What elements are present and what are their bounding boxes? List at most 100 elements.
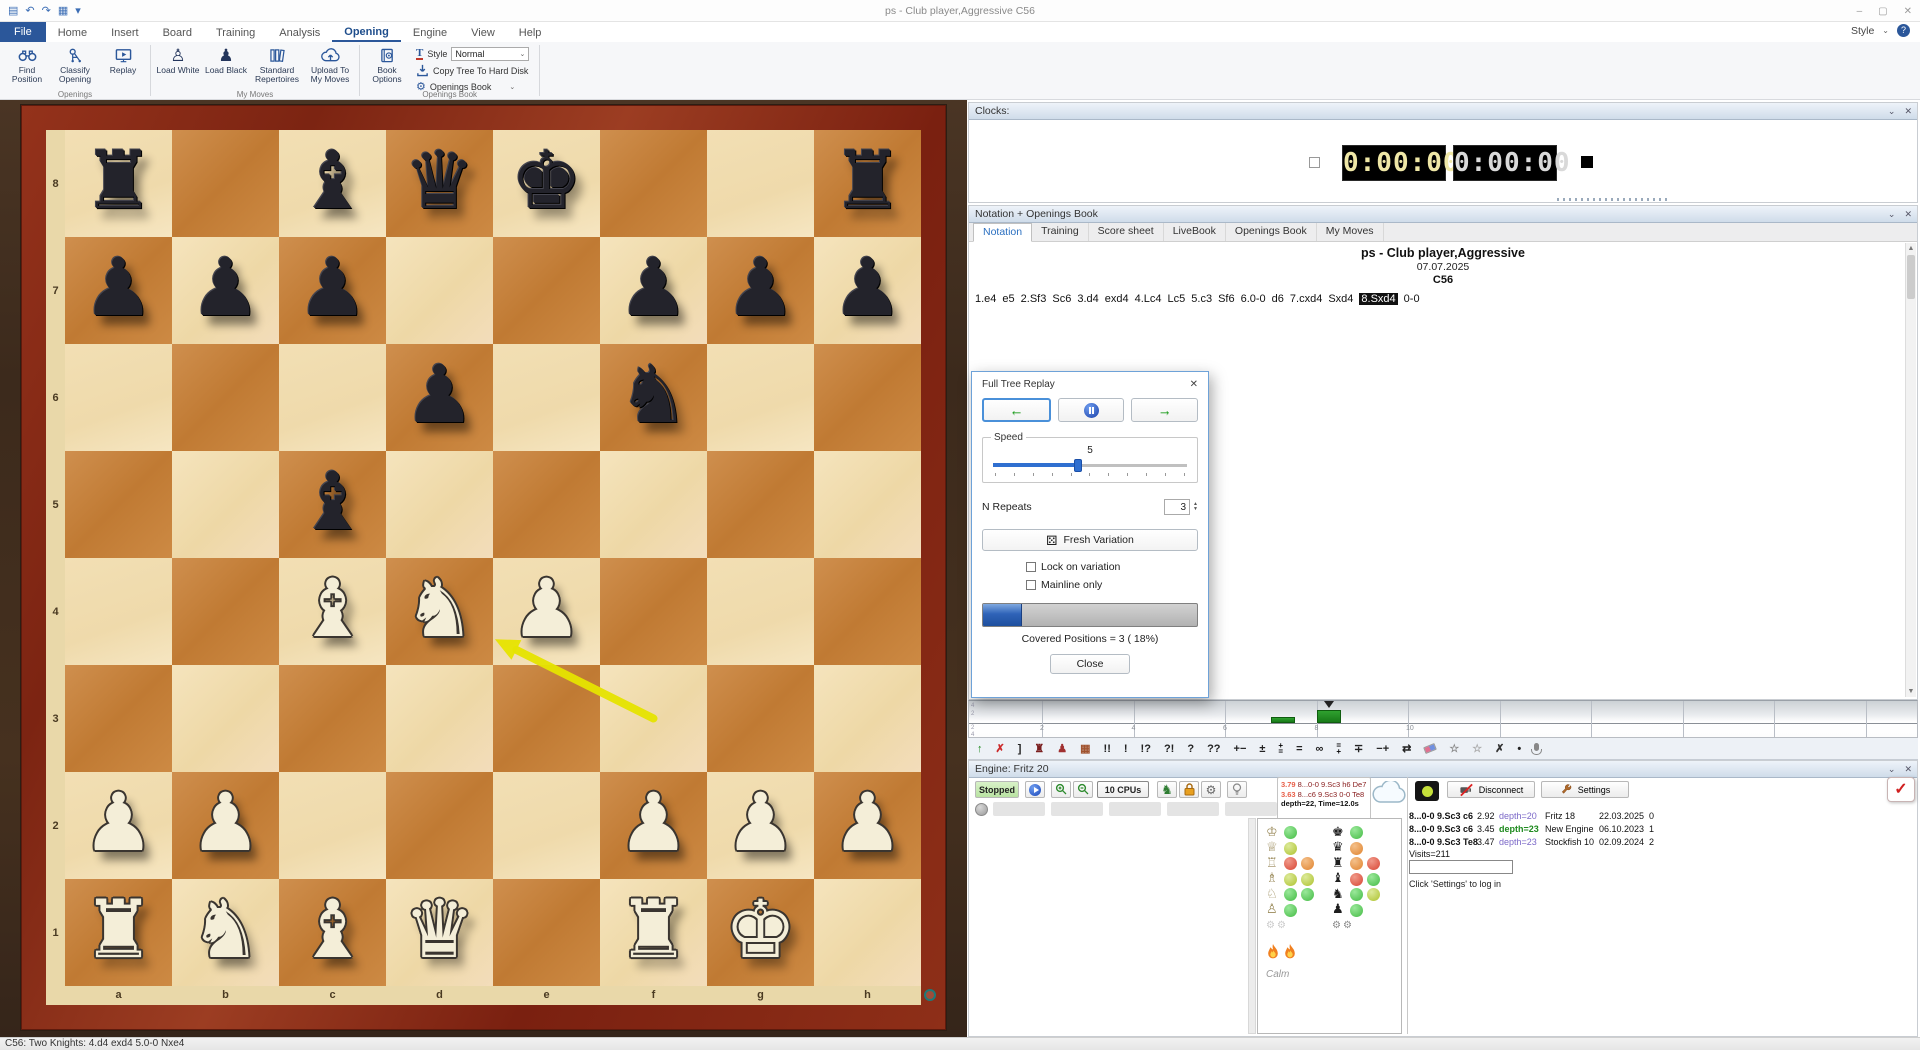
tab-help[interactable]: Help bbox=[507, 22, 554, 42]
engine-status-button[interactable]: Stopped bbox=[975, 781, 1019, 798]
square-e3[interactable] bbox=[493, 665, 600, 772]
interesting-move-icon[interactable]: !? bbox=[1141, 739, 1151, 759]
speed-slider[interactable] bbox=[991, 458, 1189, 472]
square-c7[interactable]: ♟ bbox=[279, 237, 386, 344]
black-pawn-f7[interactable]: ♟ bbox=[600, 237, 707, 344]
lets-check-row-1[interactable]: 8...0-0 9.Sc3 c63.45depth=23New Engine06… bbox=[1409, 824, 1654, 834]
black-pawn-h7[interactable]: ♟ bbox=[814, 237, 921, 344]
notation-tab-openings-book[interactable]: Openings Book bbox=[1226, 223, 1317, 241]
minimize-button[interactable]: – bbox=[1857, 6, 1863, 17]
dot-icon[interactable]: • bbox=[1517, 739, 1521, 759]
splitter-handle[interactable] bbox=[1557, 198, 1667, 201]
tab-insert[interactable]: Insert bbox=[99, 22, 151, 42]
tab-file[interactable]: File bbox=[0, 22, 46, 42]
move-1.e4[interactable]: 1.e4 bbox=[975, 293, 996, 305]
square-d5[interactable] bbox=[386, 451, 493, 558]
eraser-icon[interactable] bbox=[1423, 743, 1437, 754]
cloud-engine-icon[interactable] bbox=[1371, 781, 1407, 810]
close-button[interactable]: ✕ bbox=[1904, 6, 1912, 17]
engine-knight-button[interactable]: ♞ bbox=[1157, 781, 1177, 798]
square-e8[interactable]: ♚ bbox=[493, 130, 600, 237]
white-rook-a1[interactable]: ♜ bbox=[65, 879, 172, 986]
square-f1[interactable]: ♜ bbox=[600, 879, 707, 986]
engine-parameters-button[interactable]: ⚙ bbox=[1201, 781, 1221, 798]
square-h7[interactable]: ♟ bbox=[814, 237, 921, 344]
white-pawn-a2[interactable]: ♟ bbox=[65, 772, 172, 879]
square-e5[interactable] bbox=[493, 451, 600, 558]
board-settings-button[interactable] bbox=[924, 989, 936, 1001]
black-slightly-better-icon[interactable]: =+ bbox=[1336, 743, 1341, 755]
move-up-icon[interactable]: ↑ bbox=[977, 739, 983, 759]
square-h3[interactable] bbox=[814, 665, 921, 772]
notation-tab-score-sheet[interactable]: Score sheet bbox=[1089, 223, 1164, 241]
move-2.Sf3[interactable]: 2.Sf3 bbox=[1021, 293, 1047, 305]
white-knight-b1[interactable]: ♞ bbox=[172, 879, 279, 986]
white-pawn-e4[interactable]: ♟ bbox=[493, 558, 600, 665]
square-b3[interactable] bbox=[172, 665, 279, 772]
square-c8[interactable]: ♝ bbox=[279, 130, 386, 237]
tab-analysis[interactable]: Analysis bbox=[267, 22, 332, 42]
move-6.0-0[interactable]: 6.0-0 bbox=[1241, 293, 1266, 305]
square-c2[interactable] bbox=[279, 772, 386, 879]
square-a1[interactable]: ♜ bbox=[65, 879, 172, 986]
square-c6[interactable] bbox=[279, 344, 386, 451]
eval-bar-move-7[interactable] bbox=[1271, 717, 1295, 723]
white-bishop-c4[interactable]: ♝ bbox=[279, 558, 386, 665]
lock-engine-button[interactable] bbox=[1179, 781, 1199, 798]
bracket-icon[interactable]: ] bbox=[1018, 739, 1022, 759]
square-g3[interactable] bbox=[707, 665, 814, 772]
square-f2[interactable]: ♟ bbox=[600, 772, 707, 879]
square-h4[interactable] bbox=[814, 558, 921, 665]
square-a3[interactable] bbox=[65, 665, 172, 772]
white-slightly-better-icon[interactable]: += bbox=[1278, 743, 1283, 755]
square-a8[interactable]: ♜ bbox=[65, 130, 172, 237]
equal-icon[interactable]: = bbox=[1296, 739, 1302, 759]
white-king-g1[interactable]: ♚ bbox=[707, 879, 814, 986]
move-exd4[interactable]: exd4 bbox=[1105, 293, 1129, 305]
white-rook-f1[interactable]: ♜ bbox=[600, 879, 707, 986]
engine-start-button[interactable] bbox=[1025, 781, 1045, 798]
settings-button[interactable]: Settings bbox=[1541, 781, 1629, 798]
tab-opening[interactable]: Opening bbox=[332, 22, 401, 42]
n-repeats-field[interactable]: 3 bbox=[1164, 499, 1190, 515]
tab-view[interactable]: View bbox=[459, 22, 507, 42]
delete-move-icon[interactable]: ✗ bbox=[996, 739, 1005, 759]
panel-close-icon[interactable]: ✕ bbox=[1904, 764, 1912, 775]
square-f5[interactable] bbox=[600, 451, 707, 558]
fresh-variation-button[interactable]: ⚄ Fresh Variation bbox=[982, 529, 1198, 551]
hint-button[interactable] bbox=[1227, 781, 1247, 798]
panel-menu-icon[interactable]: ⌄ bbox=[1888, 106, 1896, 117]
move-4.Lc4[interactable]: 4.Lc4 bbox=[1135, 293, 1162, 305]
clock-checkbox[interactable] bbox=[1309, 157, 1320, 168]
star-icon[interactable]: ☆ bbox=[1449, 739, 1459, 759]
evaluation-profile[interactable]: 2468104224 bbox=[968, 700, 1918, 738]
upload-to-my-moves-button[interactable]: Upload To My Moves bbox=[305, 44, 355, 89]
login-input[interactable] bbox=[1409, 860, 1513, 874]
square-a2[interactable]: ♟ bbox=[65, 772, 172, 879]
black-bishop-c5[interactable]: ♝ bbox=[279, 451, 386, 558]
lets-check-row-0[interactable]: 8...0-0 9.Sc3 c62.92depth=20Fritz 1822.0… bbox=[1409, 811, 1654, 821]
counterplay-icon[interactable]: ⇄ bbox=[1402, 739, 1411, 759]
save-icon[interactable]: ▤ bbox=[8, 4, 18, 17]
white-pawn-h2[interactable]: ♟ bbox=[814, 772, 921, 879]
black-pawn-d6[interactable]: ♟ bbox=[386, 344, 493, 451]
square-e7[interactable] bbox=[493, 237, 600, 344]
square-d3[interactable] bbox=[386, 665, 493, 772]
square-d2[interactable] bbox=[386, 772, 493, 879]
load-black-button[interactable]: ♟ Load Black bbox=[203, 44, 249, 89]
square-e6[interactable] bbox=[493, 344, 600, 451]
pawn-annotation-icon[interactable]: ♟ bbox=[1057, 739, 1067, 759]
square-b4[interactable] bbox=[172, 558, 279, 665]
square-a6[interactable] bbox=[65, 344, 172, 451]
help-icon[interactable]: ? bbox=[1897, 24, 1910, 37]
white-better-icon[interactable]: ± bbox=[1259, 739, 1265, 759]
move-5.c3[interactable]: 5.c3 bbox=[1191, 293, 1212, 305]
square-a5[interactable] bbox=[65, 451, 172, 558]
black-pawn-c7[interactable]: ♟ bbox=[279, 237, 386, 344]
white-pawn-f2[interactable]: ♟ bbox=[600, 772, 707, 879]
square-h8[interactable]: ♜ bbox=[814, 130, 921, 237]
white-pawn-g2[interactable]: ♟ bbox=[707, 772, 814, 879]
mainline-only-checkbox[interactable]: Mainline only bbox=[1026, 579, 1102, 591]
square-b1[interactable]: ♞ bbox=[172, 879, 279, 986]
black-rook-a8[interactable]: ♜ bbox=[65, 130, 172, 237]
